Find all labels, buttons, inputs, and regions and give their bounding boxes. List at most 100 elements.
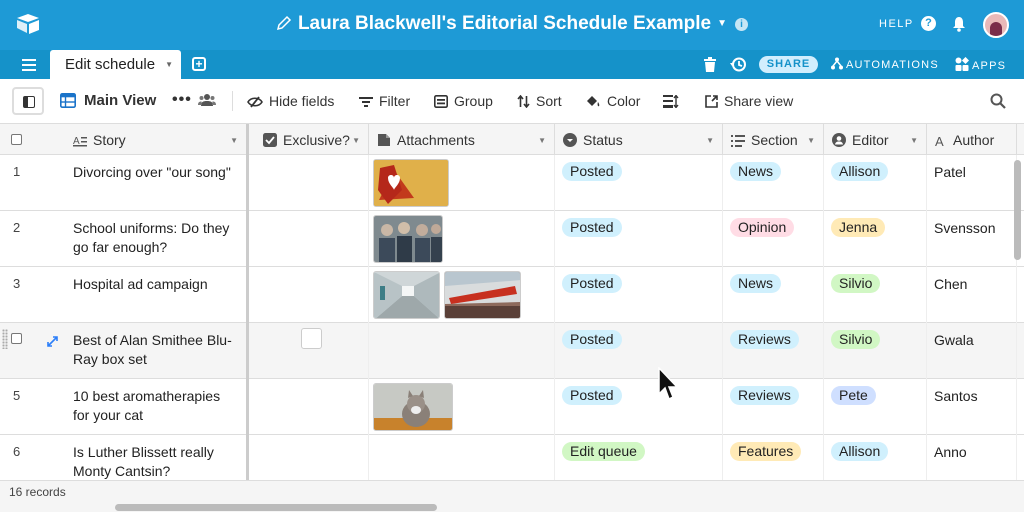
apps-button[interactable]: APPS	[955, 56, 1006, 72]
hide-fields-button[interactable]: Hide fields	[247, 93, 334, 109]
select-all-checkbox[interactable]	[11, 134, 22, 145]
sidebar-toggle-button[interactable]	[12, 87, 44, 115]
table-row[interactable]: 2 School uniforms: Do they go far enough…	[0, 211, 1024, 267]
attachment-thumbnail[interactable]	[373, 271, 440, 319]
menu-icon[interactable]	[22, 58, 36, 76]
editor-cell[interactable]: Allison	[824, 155, 927, 211]
exclusive-cell[interactable]	[255, 155, 369, 211]
table-row[interactable]: 1 Divorcing over "our song" Posted News …	[0, 155, 1024, 211]
share-button[interactable]: SHARE	[759, 56, 818, 73]
status-cell[interactable]: Posted	[555, 267, 723, 323]
story-cell[interactable]: School uniforms: Do they go far enough?	[63, 211, 248, 267]
exclusive-cell[interactable]	[255, 323, 369, 379]
chevron-down-icon[interactable]: ▼	[538, 136, 546, 145]
table-row[interactable]: Best of Alan Smithee Blu-Ray box set Pos…	[0, 323, 1024, 379]
attachments-cell[interactable]	[369, 379, 555, 435]
avatar[interactable]	[983, 12, 1009, 38]
exclusive-cell[interactable]	[255, 211, 369, 267]
attachment-thumbnail[interactable]	[373, 215, 443, 263]
drag-handle-icon[interactable]	[2, 329, 8, 349]
expand-record-icon[interactable]	[47, 334, 58, 350]
story-cell[interactable]: Is Luther Blissett really Monty Cantsin?	[63, 435, 248, 480]
group-button[interactable]: Group	[434, 93, 493, 109]
collaborators-icon[interactable]	[198, 93, 216, 112]
attachments-cell[interactable]	[369, 323, 555, 379]
table-row[interactable]: 6 Is Luther Blissett really Monty Cantsi…	[0, 435, 1024, 480]
header-select-all[interactable]	[0, 124, 65, 155]
story-cell[interactable]: 10 best aromatherapies for your cat	[63, 379, 248, 435]
header-status[interactable]: Status ▼	[555, 124, 723, 155]
author-cell[interactable]: Patel	[927, 155, 1017, 211]
status-cell[interactable]: Posted	[555, 211, 723, 267]
table-row[interactable]: 5 10 best aromatherapies for your cat Po…	[0, 379, 1024, 435]
story-cell[interactable]: Divorcing over "our song"	[63, 155, 248, 211]
more-options-icon[interactable]: •••	[172, 91, 192, 109]
help-icon[interactable]: ?	[921, 16, 936, 31]
editor-cell[interactable]: Jenna	[824, 211, 927, 267]
section-cell[interactable]: Features	[723, 435, 824, 480]
row-height-button[interactable]	[663, 93, 685, 109]
share-view-button[interactable]: Share view	[705, 93, 793, 109]
attachments-cell[interactable]	[369, 267, 555, 323]
status-cell[interactable]: Posted	[555, 323, 723, 379]
base-title[interactable]: Laura Blackwell's Editorial Schedule Exa…	[0, 13, 1024, 37]
color-button[interactable]: Color	[585, 93, 640, 109]
history-icon[interactable]	[730, 56, 747, 78]
vertical-scrollbar[interactable]	[1014, 160, 1021, 260]
bell-icon[interactable]	[952, 16, 966, 37]
section-cell[interactable]: News	[723, 267, 824, 323]
attachment-thumbnail[interactable]	[373, 159, 449, 207]
editor-cell[interactable]: Silvio	[824, 267, 927, 323]
chevron-down-icon[interactable]: ▼	[352, 136, 360, 145]
section-cell[interactable]: Opinion	[723, 211, 824, 267]
chevron-down-icon[interactable]: ▼	[706, 136, 714, 145]
automations-button[interactable]: AUTOMATIONS	[831, 57, 939, 71]
filter-button[interactable]: Filter	[359, 93, 410, 109]
section-cell[interactable]: News	[723, 155, 824, 211]
chevron-down-icon[interactable]: ▼	[910, 136, 918, 145]
status-cell[interactable]: Posted	[555, 379, 723, 435]
view-switcher[interactable]: Main View	[60, 92, 156, 109]
header-attachments[interactable]: Attachments ▼	[369, 124, 555, 155]
chevron-down-icon[interactable]: ▼	[165, 60, 173, 69]
chevron-down-icon[interactable]: ▼	[230, 136, 238, 145]
exclusive-cell[interactable]	[255, 379, 369, 435]
status-cell[interactable]: Edit queue	[555, 435, 723, 480]
header-section[interactable]: Section ▼	[723, 124, 824, 155]
author-cell[interactable]: Anno	[927, 435, 1017, 480]
author-cell[interactable]: Santos	[927, 379, 1017, 435]
section-cell[interactable]: Reviews	[723, 323, 824, 379]
story-cell[interactable]: Hospital ad campaign	[63, 267, 248, 323]
tab-edit-schedule[interactable]: Edit schedule ▼	[50, 50, 181, 79]
header-exclusive[interactable]: Exclusive? ▼	[255, 124, 369, 155]
editor-cell[interactable]: Pete	[824, 379, 927, 435]
attachments-cell[interactable]	[369, 211, 555, 267]
attachment-thumbnail[interactable]	[444, 271, 521, 319]
exclusive-cell[interactable]	[255, 435, 369, 480]
story-cell[interactable]: Best of Alan Smithee Blu-Ray box set	[63, 323, 248, 379]
attachments-cell[interactable]	[369, 155, 555, 211]
author-cell[interactable]: Svensson	[927, 211, 1017, 267]
search-icon[interactable]	[990, 93, 1006, 114]
row-checkbox[interactable]	[11, 333, 22, 344]
table-row[interactable]: 3 Hospital ad campaign Posted News Silvi…	[0, 267, 1024, 323]
status-cell[interactable]: Posted	[555, 155, 723, 211]
editor-cell[interactable]: Silvio	[824, 323, 927, 379]
exclusive-checkbox[interactable]	[301, 328, 322, 349]
sort-button[interactable]: Sort	[517, 93, 562, 109]
add-table-icon[interactable]: +	[192, 57, 206, 71]
attachment-thumbnail[interactable]	[373, 383, 453, 431]
editor-cell[interactable]: Allison	[824, 435, 927, 480]
frozen-column-divider[interactable]	[247, 124, 249, 512]
attachments-cell[interactable]	[369, 435, 555, 480]
info-icon[interactable]: i	[735, 18, 749, 31]
horizontal-scrollbar[interactable]	[115, 504, 437, 511]
exclusive-cell[interactable]	[255, 267, 369, 323]
header-story[interactable]: A Story ▼	[65, 124, 248, 155]
author-cell[interactable]: Chen	[927, 267, 1017, 323]
help-link[interactable]: HELP	[879, 18, 914, 30]
header-author[interactable]: A Author	[927, 124, 1017, 155]
header-editor[interactable]: Editor ▼	[824, 124, 927, 155]
chevron-down-icon[interactable]: ▼	[807, 136, 815, 145]
section-cell[interactable]: Reviews	[723, 379, 824, 435]
